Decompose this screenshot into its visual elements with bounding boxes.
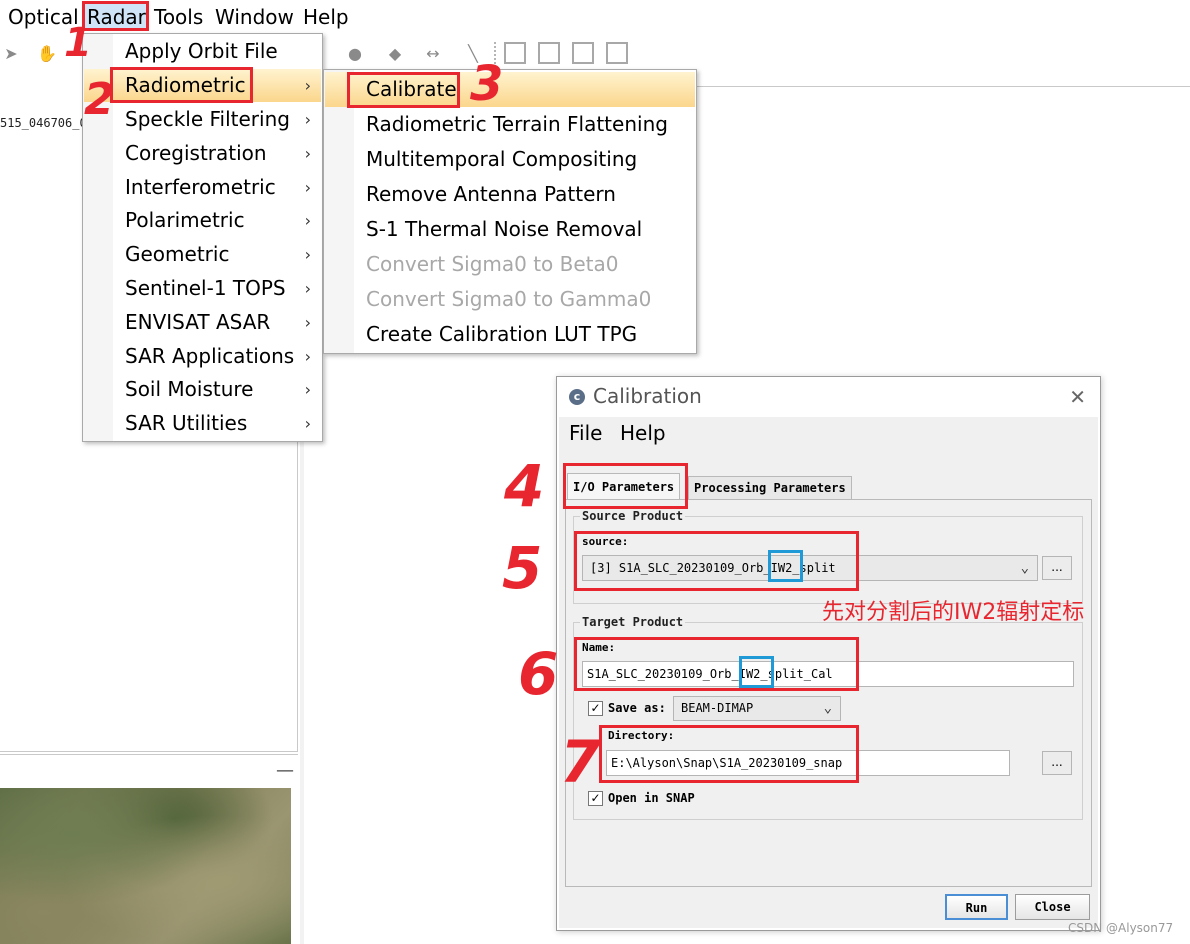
menu-item-remove-antenna-pattern[interactable]: Remove Antenna Pattern: [325, 177, 695, 212]
world-map-image: [0, 788, 291, 944]
chevron-down-icon: ⌄: [1020, 560, 1029, 576]
submenu-arrow-icon: ›: [304, 144, 311, 163]
submenu-arrow-icon: ›: [304, 313, 311, 332]
menu-item-speckle-filtering[interactable]: Speckle Filtering ›: [84, 103, 321, 136]
annotation-box-radiometric: [110, 67, 253, 103]
folder-icon[interactable]: [606, 42, 628, 64]
menu-item-label: Geometric: [125, 242, 230, 266]
menu-item-apply-orbit-file[interactable]: Apply Orbit File: [84, 35, 321, 68]
menu-item-label: SAR Utilities: [125, 411, 248, 435]
radiometric-submenu: Calibrate Radiometric Terrain Flattening…: [323, 69, 697, 354]
open-in-snap-label: Open in SNAP: [608, 791, 695, 805]
minimize-icon[interactable]: —: [276, 760, 294, 781]
annotation-box-name: [574, 637, 859, 691]
target-product-heading: Target Product: [580, 615, 686, 629]
annotation-number: 3: [470, 56, 504, 112]
menu-item-multitemporal-compositing[interactable]: Multitemporal Compositing: [325, 142, 695, 177]
menu-item-envisat-asar[interactable]: ENVISAT ASAR ›: [84, 306, 321, 339]
tile-grid-icon[interactable]: [572, 42, 594, 64]
annotation-box-source: [574, 531, 859, 591]
dialog-menu-file[interactable]: File: [569, 421, 602, 445]
menu-item-geometric[interactable]: Geometric ›: [84, 238, 321, 271]
run-button[interactable]: Run: [945, 894, 1008, 920]
save-as-checkbox[interactable]: ✓: [588, 701, 603, 716]
annotation-highlight-iw2-source: [768, 550, 803, 582]
snap-logo-icon: c: [569, 389, 585, 405]
annotation-number: 5: [502, 534, 543, 602]
tab-processing-parameters[interactable]: Processing Parameters: [688, 476, 852, 499]
pin-tool-icon[interactable]: ●: [344, 42, 366, 64]
tile-vertical-icon[interactable]: [504, 42, 526, 64]
annotation-box-directory: [599, 725, 859, 783]
menu-item-thermal-noise-removal[interactable]: S-1 Thermal Noise Removal: [325, 212, 695, 247]
menu-item-label: Speckle Filtering: [125, 107, 290, 131]
menu-item-sar-utilities[interactable]: SAR Utilities ›: [84, 407, 321, 440]
menu-help[interactable]: Help: [303, 4, 349, 30]
close-button[interactable]: Close: [1015, 894, 1090, 920]
submenu-arrow-icon: ›: [304, 211, 311, 230]
source-browse-button[interactable]: ...: [1042, 556, 1072, 580]
dialog-menu-help[interactable]: Help: [620, 421, 666, 445]
product-node[interactable]: 515_046706_0: [0, 116, 87, 130]
menu-window[interactable]: Window: [215, 4, 294, 30]
menu-item-interferometric[interactable]: Interferometric ›: [84, 171, 321, 204]
annotation-box-io-tab: [563, 463, 688, 509]
menu-item-label: Polarimetric: [125, 208, 245, 232]
menu-item-terrain-flattening[interactable]: Radiometric Terrain Flattening: [325, 107, 695, 142]
menu-item-label: ENVISAT ASAR: [125, 310, 271, 334]
menu-item-calibration-lut-tpg[interactable]: Create Calibration LUT TPG: [325, 317, 695, 352]
menu-item-sar-applications[interactable]: SAR Applications ›: [84, 340, 321, 373]
menu-item-label: Apply Orbit File: [125, 39, 278, 63]
close-icon[interactable]: ✕: [1069, 385, 1086, 409]
menu-item-sigma0-to-gamma0: Convert Sigma0 to Gamma0: [366, 287, 652, 311]
annotation-number: 6: [518, 640, 559, 708]
submenu-arrow-icon: ›: [304, 279, 311, 298]
annotation-box-calibrate: [347, 72, 460, 108]
menu-item-label: SAR Applications: [125, 344, 295, 368]
save-format-value: BEAM-DIMAP: [681, 701, 754, 715]
dialog-title: Calibration: [593, 384, 702, 408]
submenu-arrow-icon: ›: [304, 76, 311, 95]
annotation-highlight-iw2-name: [739, 656, 774, 688]
shape-tool-icon[interactable]: ◆: [384, 42, 406, 64]
menu-item-sentinel-1-tops[interactable]: Sentinel-1 TOPS ›: [84, 272, 321, 305]
submenu-arrow-icon: ›: [304, 245, 311, 264]
range-finder-icon[interactable]: ↔: [422, 42, 444, 64]
menu-item-polarimetric[interactable]: Polarimetric ›: [84, 204, 321, 237]
submenu-arrow-icon: ›: [304, 347, 311, 366]
annotation-number: 2: [84, 74, 115, 125]
submenu-arrow-icon: ›: [304, 380, 311, 399]
annotation-note: 先对分割后的IW2辐射定标: [822, 600, 1085, 625]
menu-item-label: Coregistration: [125, 141, 267, 165]
main-menubar: Optical Radar Tools Window Help: [0, 0, 1190, 34]
submenu-arrow-icon: ›: [304, 414, 311, 433]
dialog-menubar: File Help: [559, 417, 1098, 451]
menu-item-soil-moisture[interactable]: Soil Moisture ›: [84, 373, 321, 406]
save-format-select[interactable]: BEAM-DIMAP ⌄: [673, 696, 841, 721]
directory-browse-button[interactable]: ...: [1042, 751, 1072, 775]
chevron-down-icon: ⌄: [823, 700, 832, 716]
pan-tool-icon[interactable]: ✋: [36, 42, 58, 64]
annotation-box-radar: [82, 1, 149, 31]
annotation-number: 7: [560, 728, 601, 796]
menu-item-coregistration[interactable]: Coregistration ›: [84, 137, 321, 170]
menu-tools[interactable]: Tools: [154, 4, 203, 30]
annotation-number: 1: [64, 20, 92, 66]
menu-item-sigma0-to-beta0: Convert Sigma0 to Beta0: [366, 252, 619, 276]
submenu-arrow-icon: ›: [304, 110, 311, 129]
save-as-label: Save as:: [608, 701, 666, 715]
dialog-titlebar[interactable]: c Calibration ✕: [557, 377, 1100, 417]
submenu-arrow-icon: ›: [304, 178, 311, 197]
menu-item-label: Soil Moisture: [125, 377, 254, 401]
menu-item-label: Sentinel-1 TOPS: [125, 276, 286, 300]
select-tool-icon[interactable]: ➤: [0, 42, 22, 64]
menu-item-label: Interferometric: [125, 175, 276, 199]
watermark: CSDN @Alyson77: [1068, 921, 1174, 935]
source-product-heading: Source Product: [580, 509, 686, 523]
annotation-number: 4: [504, 452, 545, 520]
tile-horizontal-icon[interactable]: [538, 42, 560, 64]
